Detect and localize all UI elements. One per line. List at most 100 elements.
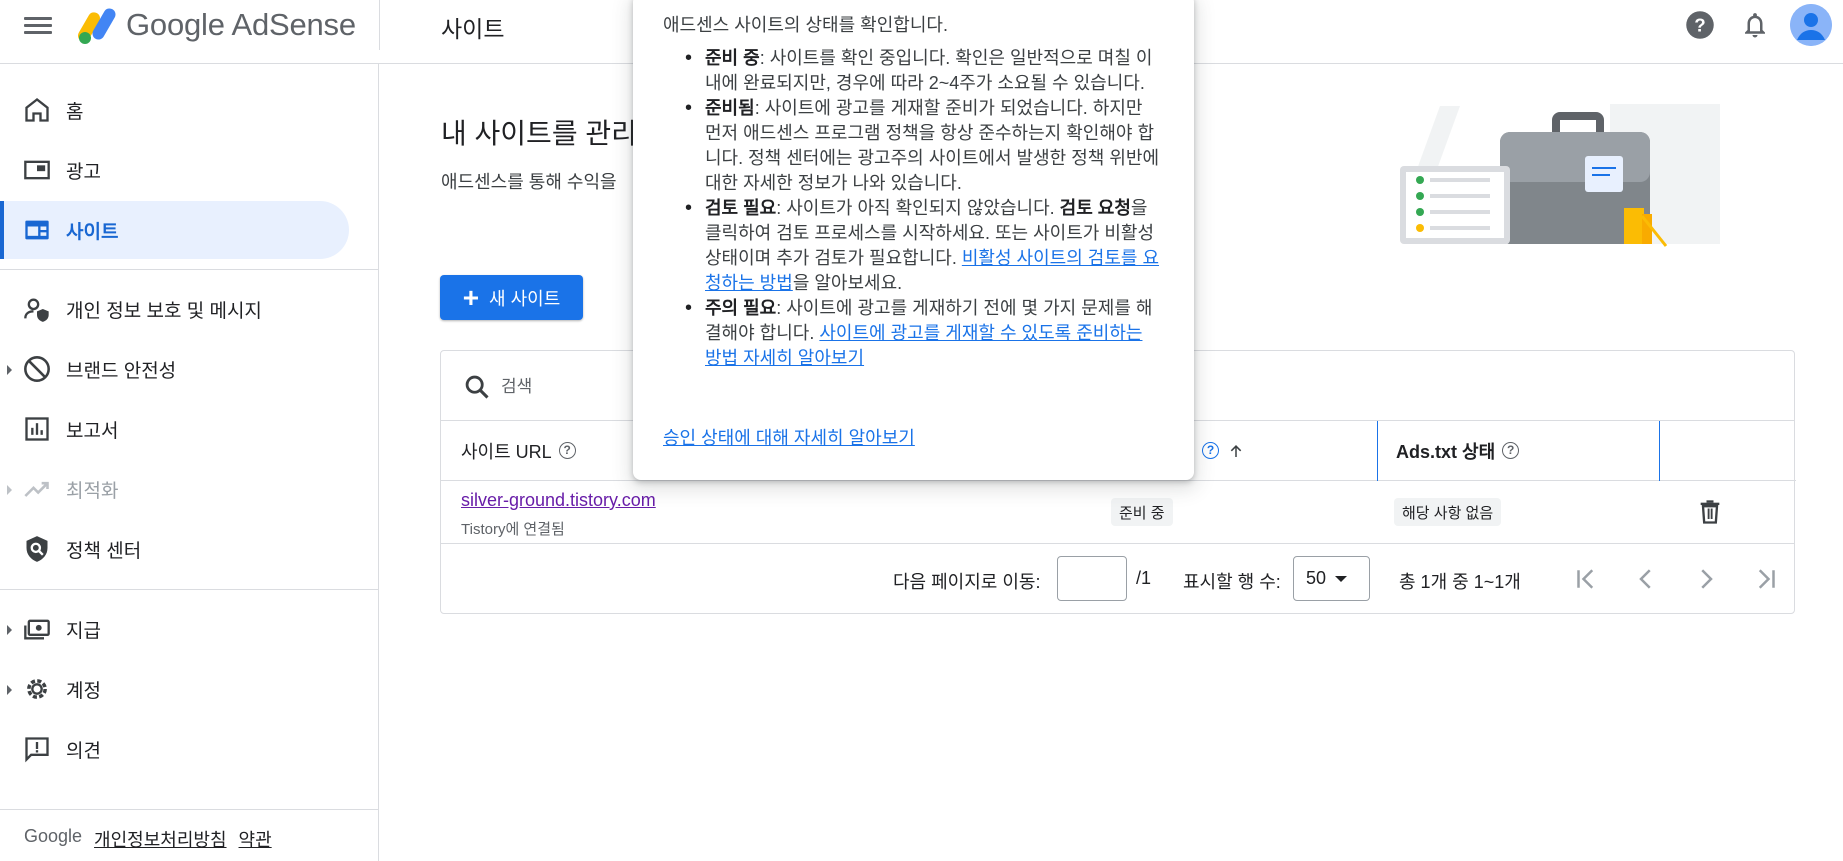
sidebar-item-payments[interactable]: 지급 xyxy=(0,600,349,658)
rows-per-page-label: 표시할 행 수: xyxy=(1183,572,1281,592)
home-icon xyxy=(25,98,49,122)
payments-icon xyxy=(24,619,50,640)
column-separator xyxy=(1377,421,1378,481)
goto-page-input[interactable] xyxy=(1057,556,1127,601)
expand-caret-icon xyxy=(7,365,12,375)
status-description: : 사이트를 확인 중입니다. 확인은 일반적으로 며칠 이내에 완료되지만, … xyxy=(705,48,1153,93)
sidebar-item-reports[interactable]: 보고서 xyxy=(0,400,349,458)
add-site-button-label: 새 사이트 xyxy=(489,288,561,309)
status-item-needs-attention: 주의 필요: 사이트에 광고를 게재하기 전에 몇 가지 문제를 해결해야 합니… xyxy=(681,296,1161,371)
status-item-needs-review: 검토 필요: 사이트가 아직 확인되지 않았습니다. 검토 요청을 클릭하여 검… xyxy=(681,196,1161,296)
sidebar-item-policy-center[interactable]: 정책 센터 xyxy=(0,520,349,578)
rows-per-page-value: 50 xyxy=(1306,568,1327,588)
briefcase-illustration xyxy=(1400,104,1720,247)
status-description: 을 알아보세요. xyxy=(792,273,903,293)
adsense-logo[interactable]: Google AdSense xyxy=(76,2,356,48)
page-total: /1 xyxy=(1136,568,1152,588)
sidebar-item-optimization[interactable]: 최적화 xyxy=(0,460,349,518)
help-icon[interactable]: ? xyxy=(1502,442,1520,459)
column-header-label: Ads.txt 상태 xyxy=(1396,441,1496,462)
column-header-status[interactable]: ? xyxy=(1195,421,1245,481)
page-title: 사이트 xyxy=(441,16,505,42)
goto-page-label: 다음 페이지로 이동: xyxy=(893,572,1041,592)
privacy-policy-link[interactable]: 개인정보처리방침 xyxy=(94,826,226,852)
nav-divider xyxy=(0,269,379,270)
dropdown-arrow-icon xyxy=(1335,575,1348,582)
delete-trash-icon[interactable] xyxy=(1696,498,1724,526)
sidebar-item-label: 최적화 xyxy=(66,480,119,502)
site-connection-text: Tistory에 연결됨 xyxy=(461,521,565,538)
site-url-link[interactable]: silver-ground.tistory.com xyxy=(461,490,656,511)
plus-icon: + xyxy=(462,281,480,313)
help-icon[interactable]: ? xyxy=(1685,10,1715,40)
sidebar-item-label: 지급 xyxy=(66,620,101,642)
sidebar-item-label: 정책 센터 xyxy=(66,540,142,562)
status-term: 검토 필요 xyxy=(705,198,777,218)
sidebar-item-sites[interactable]: 사이트 xyxy=(0,201,349,259)
footer-google-text: Google xyxy=(24,826,83,846)
previous-page-icon[interactable] xyxy=(1631,564,1661,594)
status-term: 준비 중 xyxy=(705,48,760,68)
sidebar: 홈 광고 사이트 개인 정보 보호 및 메시지 브랜드 안전성 보고서 최적화 … xyxy=(0,64,379,861)
brand-safety-icon xyxy=(24,356,50,382)
tooltip-intro: 애드센스 사이트의 상태를 확인합니다. xyxy=(663,15,948,35)
terms-link[interactable]: 약관 xyxy=(239,826,272,852)
search-icon xyxy=(465,375,489,399)
column-separator xyxy=(1659,421,1660,481)
status-term: 준비됨 xyxy=(705,98,755,118)
nav-divider xyxy=(0,809,379,810)
svg-text:?: ? xyxy=(1694,14,1705,35)
rows-per-page-select[interactable]: 50 xyxy=(1293,556,1370,601)
next-page-icon[interactable] xyxy=(1691,564,1721,594)
last-page-icon[interactable] xyxy=(1751,564,1781,594)
sidebar-item-label: 보고서 xyxy=(66,420,119,442)
status-description: : 사이트가 아직 확인되지 않았습니다. xyxy=(776,198,1060,218)
ads-txt-status-badge: 해당 사항 없음 xyxy=(1394,498,1502,526)
help-icon[interactable]: ? xyxy=(1202,442,1219,459)
header-divider xyxy=(379,0,380,50)
sidebar-item-label: 광고 xyxy=(66,161,101,183)
sidebar-item-account[interactable]: 계정 xyxy=(0,660,349,718)
ads-icon xyxy=(24,160,50,180)
expand-caret-icon xyxy=(7,625,12,635)
main-title: 내 사이트를 관리 xyxy=(441,118,637,149)
optimization-icon xyxy=(24,481,49,497)
main-description: 애드센스를 통해 수익을 xyxy=(441,172,617,192)
column-header-ads-txt[interactable]: Ads.txt 상태 ? xyxy=(1396,421,1520,481)
first-page-icon[interactable] xyxy=(1571,564,1601,594)
nav-divider xyxy=(0,589,379,590)
notifications-bell-icon[interactable] xyxy=(1740,10,1770,40)
privacy-messaging-icon xyxy=(24,298,49,322)
sidebar-item-label: 사이트 xyxy=(66,221,119,243)
account-avatar[interactable] xyxy=(1790,4,1832,46)
account-gear-icon xyxy=(27,679,47,699)
status-badge: 준비 중 xyxy=(1111,498,1173,526)
avatar-person-icon xyxy=(1790,4,1832,46)
status-term: 주의 필요 xyxy=(705,298,777,318)
status-item-preparing: 준비 중: 사이트를 확인 중입니다. 확인은 일반적으로 며칠 이내에 완료되… xyxy=(681,46,1161,96)
sidebar-item-ads[interactable]: 광고 xyxy=(0,141,349,199)
sidebar-item-privacy-messaging[interactable]: 개인 정보 보호 및 메시지 xyxy=(0,280,349,338)
hamburger-menu-icon[interactable] xyxy=(24,14,52,38)
status-help-tooltip: 애드센스 사이트의 상태를 확인합니다. 준비 중: 사이트를 확인 중입니다.… xyxy=(633,0,1194,480)
sidebar-item-feedback[interactable]: 의견 xyxy=(0,720,349,778)
review-request-term: 검토 요청 xyxy=(1059,198,1131,218)
pagination-bar: 다음 페이지로 이동: /1 표시할 행 수: 50 총 1개 중 1~1개 xyxy=(441,544,1794,614)
sidebar-item-label: 브랜드 안전성 xyxy=(66,360,177,382)
sort-ascending-icon[interactable] xyxy=(1227,442,1245,460)
sidebar-item-label: 의견 xyxy=(66,740,101,762)
sidebar-footer: Google 개인정보처리방침 약관 xyxy=(24,826,272,852)
add-site-button[interactable]: + 새 사이트 xyxy=(440,275,583,320)
table-row: silver-ground.tistory.com Tistory에 연결됨 준… xyxy=(441,482,1794,544)
logo-text: Google AdSense xyxy=(126,7,356,42)
status-description: : 사이트에 광고를 게재할 준비가 되었습니다. 하지만 먼저 애드센스 프로… xyxy=(705,98,1160,193)
sidebar-item-home[interactable]: 홈 xyxy=(0,81,349,139)
sidebar-item-brand-safety[interactable]: 브랜드 안전성 xyxy=(0,340,349,398)
approval-status-learn-more-link[interactable]: 승인 상태에 대해 자세히 알아보기 xyxy=(663,424,915,450)
sidebar-item-label: 홈 xyxy=(66,101,84,123)
sidebar-item-label: 개인 정보 보호 및 메시지 xyxy=(66,300,262,322)
status-item-ready: 준비됨: 사이트에 광고를 게재할 준비가 되었습니다. 하지만 먼저 애드센스… xyxy=(681,96,1161,196)
expand-caret-icon xyxy=(7,485,12,495)
feedback-icon xyxy=(25,737,49,763)
sites-icon xyxy=(25,220,49,240)
